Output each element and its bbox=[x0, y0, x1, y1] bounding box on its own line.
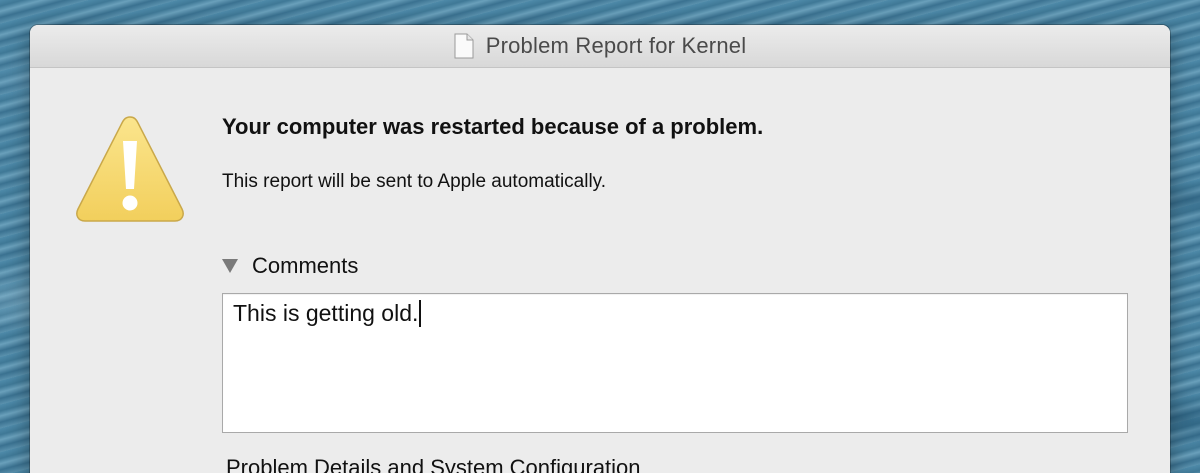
text-cursor bbox=[419, 300, 422, 327]
alert-message: This report will be sent to Apple automa… bbox=[222, 171, 607, 192]
comments-text: This is getting old. bbox=[233, 300, 419, 326]
title-bar[interactable]: Problem Report for Kernel bbox=[30, 25, 1170, 68]
document-icon bbox=[454, 33, 474, 59]
comments-text-area[interactable]: This is getting old. bbox=[222, 293, 1128, 433]
comments-disclosure[interactable]: Comments bbox=[222, 253, 358, 279]
comments-label: Comments bbox=[252, 253, 359, 278]
warning-icon bbox=[74, 113, 186, 225]
problem-report-window: Problem Report for Kernel Your computer … bbox=[30, 25, 1170, 473]
alert-headline: Your computer was restarted because of a… bbox=[222, 114, 764, 139]
disclosure-triangle-icon[interactable] bbox=[222, 259, 238, 273]
window-title: Problem Report for Kernel bbox=[485, 33, 747, 58]
problem-details-disclosure[interactable]: Problem Details and System Configuration bbox=[226, 455, 641, 473]
